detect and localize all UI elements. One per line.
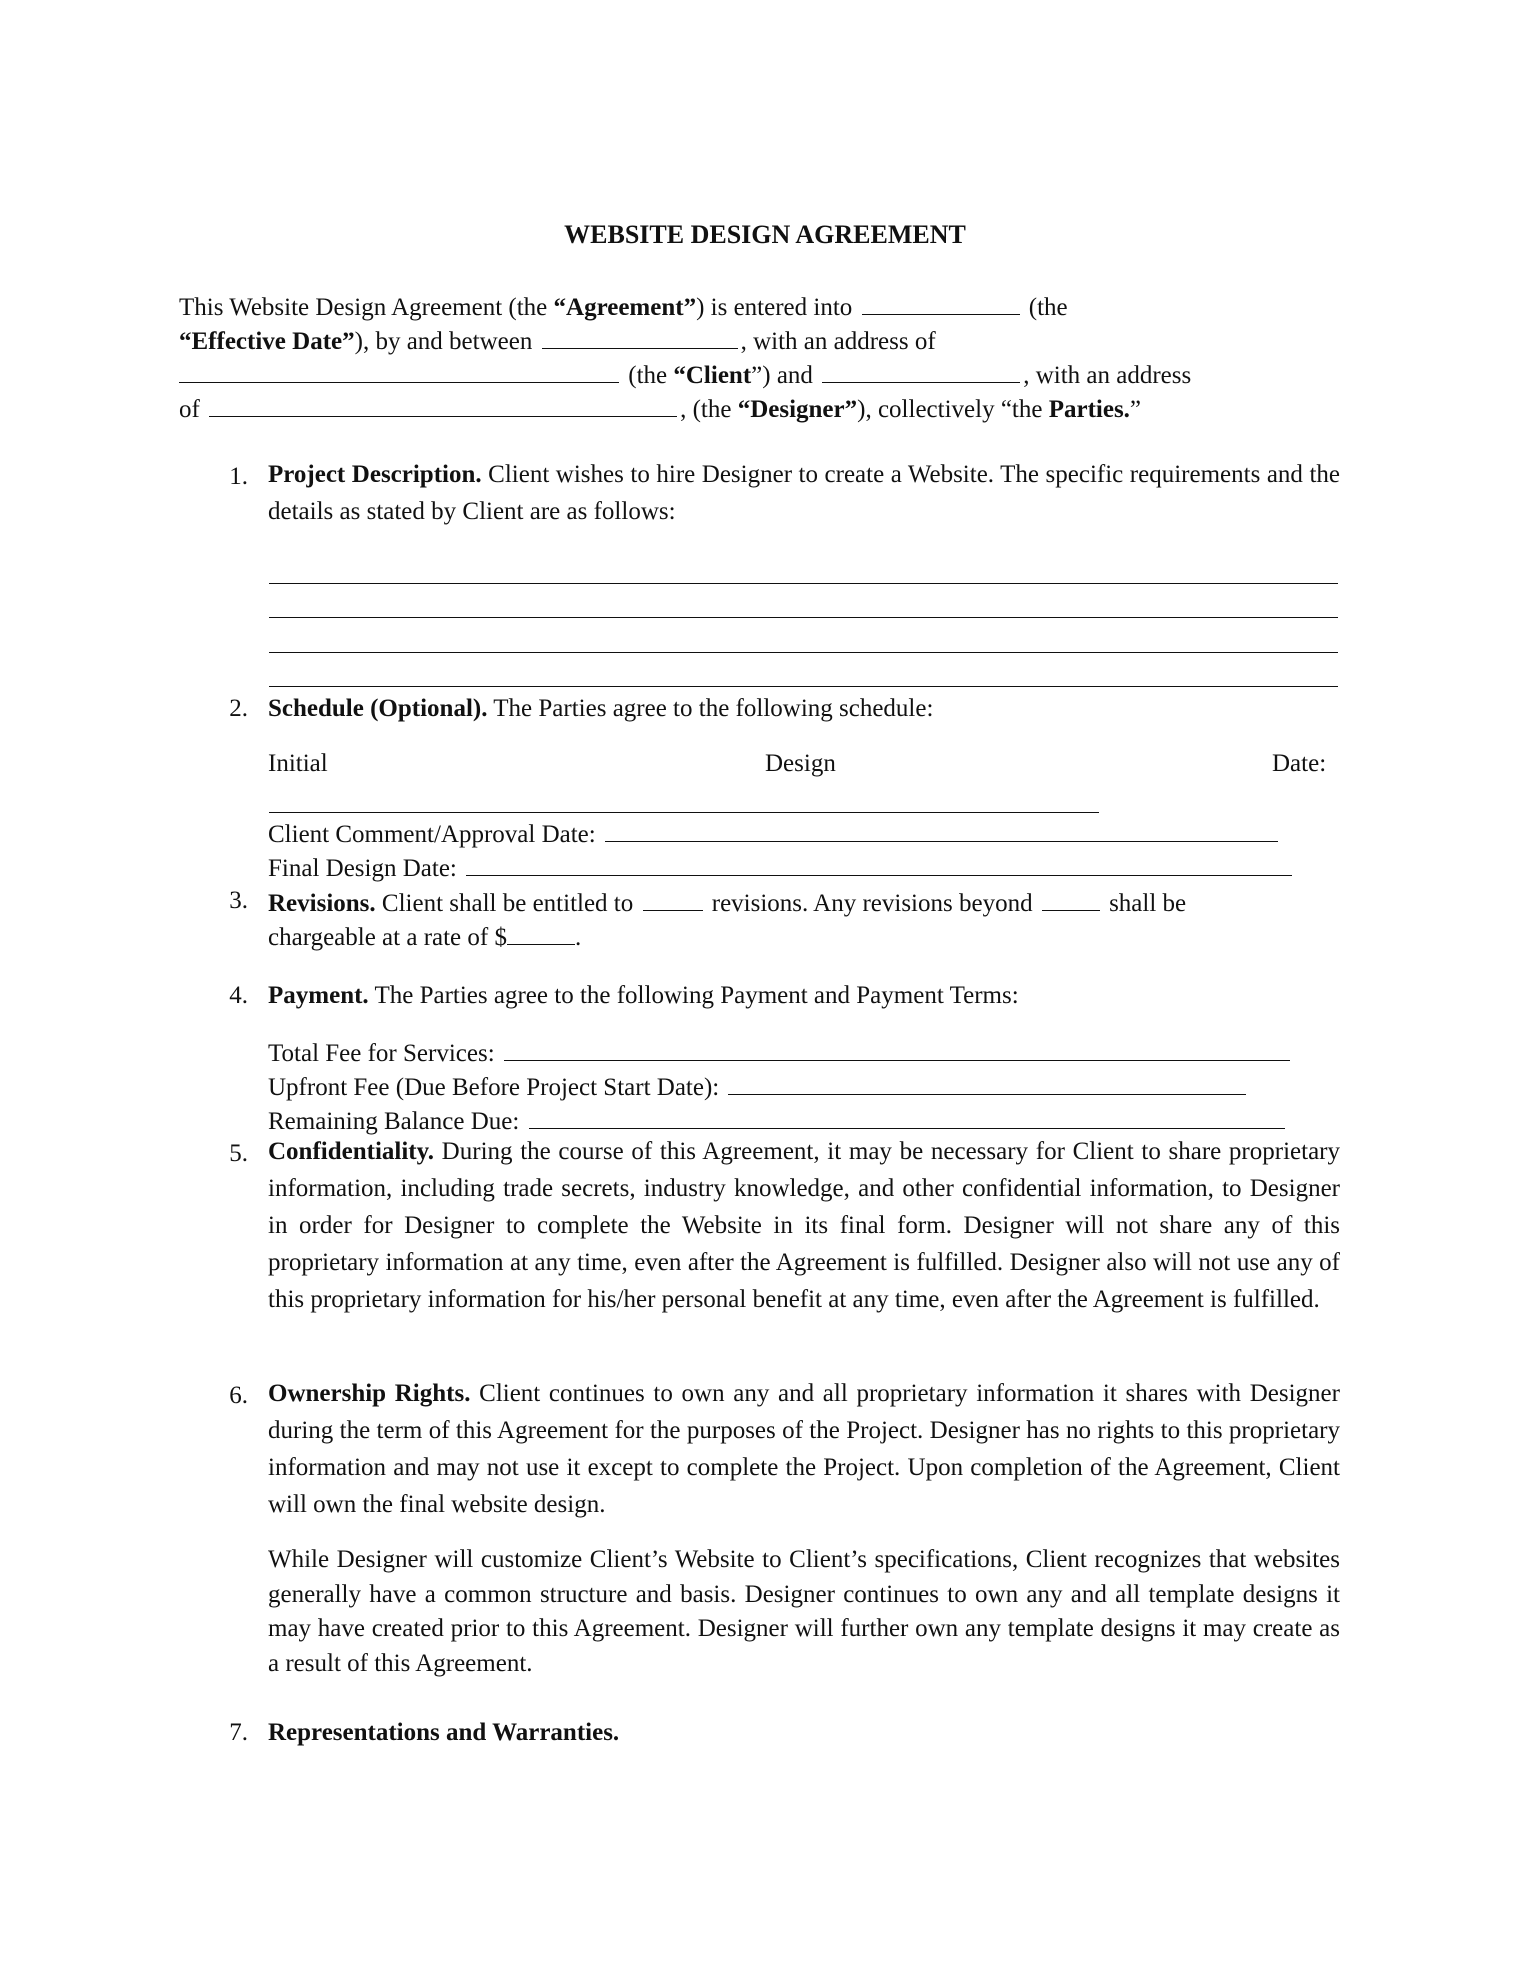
- intro-line-4: of , (the “Designer”), collectively “the…: [179, 394, 1141, 422]
- section-text: The Parties agree to the following Payme…: [368, 982, 1019, 1009]
- intro-text: (the: [628, 362, 674, 389]
- revisions-count-field[interactable]: [642, 888, 703, 911]
- section-text: The Parties agree to the following sched…: [487, 695, 934, 722]
- section-number: 4.: [229, 982, 248, 1009]
- effective-date-term: “Effective Date”: [179, 328, 355, 355]
- total-fee-row: Total Fee for Services:: [268, 1038, 1293, 1066]
- section-text: .: [574, 924, 582, 951]
- document-title: WEBSITE DESIGN AGREEMENT: [564, 220, 966, 249]
- client-comment-date-field[interactable]: [604, 819, 1278, 842]
- section-number: 5.: [229, 1140, 248, 1167]
- client-comment-label: Client Comment/Approval Date:: [268, 821, 596, 848]
- section-revisions-line-1: Revisions. Client shall be entitled to r…: [268, 888, 1186, 916]
- section-number: 2.: [229, 695, 248, 722]
- project-requirements-line-1[interactable]: [269, 583, 1338, 584]
- section-text: chargeable at a rate of $: [268, 924, 507, 951]
- section-heading: Representations and Warranties.: [268, 1719, 620, 1746]
- section-representations: Representations and Warranties.: [268, 1720, 619, 1745]
- section-schedule: Schedule (Optional). The Parties agree t…: [268, 696, 933, 721]
- intro-line-2: “Effective Date”), by and between , with…: [179, 326, 936, 354]
- section-project-description: Project Description. Client wishes to hi…: [268, 456, 1340, 530]
- section-payment: Payment. The Parties agree to the follow…: [268, 983, 1019, 1008]
- section-confidentiality: Confidentiality. During the course of th…: [268, 1133, 1340, 1318]
- revision-rate-field[interactable]: [506, 922, 575, 945]
- final-design-row: Final Design Date:: [268, 853, 1295, 881]
- intro-text: ”) and: [751, 362, 813, 389]
- project-requirements-line-3[interactable]: [269, 652, 1338, 653]
- client-name-field[interactable]: [541, 326, 738, 349]
- section-heading: Schedule (Optional).: [268, 695, 488, 722]
- intro-text: ), collectively “the: [857, 396, 1049, 423]
- section-heading: Payment.: [268, 982, 369, 1009]
- client-term: “Client: [673, 362, 752, 389]
- remaining-balance-field[interactable]: [528, 1106, 1285, 1129]
- initial-design-date-field[interactable]: [269, 812, 1099, 813]
- remaining-balance-row: Remaining Balance Due:: [268, 1106, 1288, 1134]
- final-design-label: Final Design Date:: [268, 855, 457, 882]
- section-text: revisions. Any revisions beyond: [711, 890, 1033, 917]
- section-ownership-rights-continued: While Designer will customize Client’s W…: [268, 1543, 1340, 1681]
- intro-text: ”: [1129, 396, 1142, 423]
- project-requirements-line-4[interactable]: [269, 686, 1338, 687]
- revisions-beyond-field[interactable]: [1041, 888, 1100, 911]
- section-number: 7.: [229, 1719, 248, 1746]
- designer-address-field[interactable]: [209, 394, 678, 417]
- section-text: shall be: [1109, 890, 1187, 917]
- project-requirements-line-2[interactable]: [269, 617, 1338, 618]
- section-heading: Revisions.: [268, 890, 376, 917]
- total-fee-field[interactable]: [503, 1038, 1290, 1061]
- schedule-initial-label: Initial: [268, 750, 328, 777]
- section-number: 1.: [229, 463, 248, 490]
- client-comment-row: Client Comment/Approval Date:: [268, 819, 1281, 847]
- designer-term: “Designer”: [737, 396, 858, 423]
- section-heading: Confidentiality.: [268, 1138, 434, 1165]
- section-heading: Project Description.: [268, 461, 482, 488]
- parties-term: Parties.: [1048, 396, 1130, 423]
- schedule-date-label: Date:: [1272, 750, 1327, 777]
- upfront-fee-row: Upfront Fee (Due Before Project Start Da…: [268, 1072, 1249, 1100]
- section-revisions-line-2: chargeable at a rate of $.: [268, 922, 581, 950]
- intro-line-3: (the “Client”) and , with an address: [179, 360, 1191, 388]
- intro-line-1: This Website Design Agreement (the “Agre…: [179, 292, 1068, 320]
- section-heading: Ownership Rights.: [268, 1380, 471, 1407]
- intro-text: of: [179, 396, 200, 423]
- schedule-design-label: Design: [765, 750, 836, 777]
- upfront-fee-field[interactable]: [728, 1072, 1247, 1095]
- intro-text: , (the: [680, 396, 738, 423]
- intro-text: , with an address of: [740, 328, 936, 355]
- intro-text: ) is entered into: [696, 294, 853, 321]
- intro-text: , with an address: [1023, 362, 1192, 389]
- intro-text: This Website Design Agreement (the: [179, 294, 554, 321]
- remaining-balance-label: Remaining Balance Due:: [268, 1108, 520, 1135]
- section-number: 6.: [229, 1382, 248, 1409]
- final-design-date-field[interactable]: [466, 853, 1293, 876]
- agreement-term: “Agreement”: [553, 294, 697, 321]
- section-ownership-rights: Ownership Rights. Client continues to ow…: [268, 1375, 1340, 1523]
- upfront-fee-label: Upfront Fee (Due Before Project Start Da…: [268, 1074, 720, 1101]
- client-address-field[interactable]: [179, 360, 619, 383]
- section-text: While Designer will customize Client’s W…: [268, 1546, 1340, 1677]
- intro-text: (the: [1028, 294, 1068, 321]
- total-fee-label: Total Fee for Services:: [268, 1040, 495, 1067]
- effective-date-field[interactable]: [861, 292, 1020, 315]
- section-text: Client shall be entitled to: [375, 890, 634, 917]
- intro-text: ), by and between: [354, 328, 533, 355]
- designer-name-field[interactable]: [822, 360, 1021, 383]
- section-number: 3.: [229, 887, 248, 914]
